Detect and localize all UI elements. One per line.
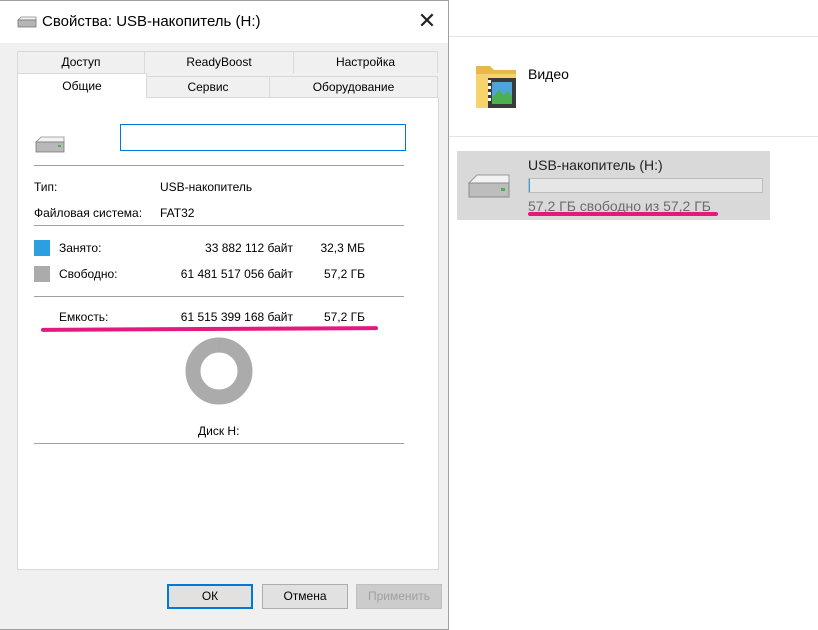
usb-drive-icon <box>35 136 65 153</box>
capacity-label: Емкость: <box>59 310 109 324</box>
apply-button[interactable]: Применить <box>356 584 442 609</box>
general-panel: Тип: USB-накопитель Файловая система: FA… <box>17 97 439 570</box>
divider <box>448 36 818 37</box>
free-size: 57,2 ГБ <box>323 267 365 281</box>
ok-button[interactable]: ОК <box>167 584 253 609</box>
button-label: ОК <box>201 589 219 603</box>
drive-tile-usb[interactable]: USB-накопитель (H:) 57,2 ГБ свободно из … <box>457 151 770 220</box>
button-label: Применить <box>367 589 430 603</box>
tab-hardware[interactable]: Оборудование <box>269 76 438 98</box>
usb-drive-icon <box>467 174 510 198</box>
separator <box>34 296 404 297</box>
video-folder-icon <box>476 66 516 108</box>
highlight-underline <box>40 326 379 332</box>
tab-label: Сервис <box>187 80 229 94</box>
close-button[interactable]: ✕ <box>408 7 446 37</box>
tab-service[interactable]: Сервис <box>146 76 270 98</box>
tab-readyboost[interactable]: ReadyBoost <box>144 51 294 73</box>
disk-usage-donut <box>185 337 253 405</box>
type-value: USB-накопитель <box>160 180 253 194</box>
highlight-underline <box>528 212 718 216</box>
tab-label: Доступ <box>61 55 101 69</box>
donut-free-segment <box>185 337 253 405</box>
type-label: Тип: <box>34 180 58 194</box>
separator <box>34 165 404 166</box>
usb-drive-icon <box>17 16 37 28</box>
tab-general[interactable]: Общие <box>17 73 147 98</box>
title-bar[interactable]: Свойства: USB-накопитель (H:) ✕ <box>0 1 448 43</box>
capacity-bytes: 61 515 399 168 байт <box>180 310 293 324</box>
folder-label: Видео <box>528 66 569 82</box>
drive-usage-bar <box>528 178 763 193</box>
used-color-swatch <box>34 240 50 256</box>
filesystem-value: FAT32 <box>160 206 195 220</box>
drive-name: USB-накопитель (H:) <box>528 157 663 173</box>
tab-access[interactable]: Доступ <box>17 51 145 73</box>
tab-label: Общие <box>62 79 102 93</box>
cancel-button[interactable]: Отмена <box>262 584 348 609</box>
folder-item-video[interactable]: Видео <box>470 58 590 114</box>
tab-label: Настройка <box>335 55 396 69</box>
divider <box>448 136 818 137</box>
button-label: Отмена <box>283 589 327 603</box>
separator <box>34 443 404 444</box>
free-color-swatch <box>34 266 50 282</box>
disk-label: Диск H: <box>198 424 240 438</box>
tab-settings[interactable]: Настройка <box>293 51 438 73</box>
capacity-size: 57,2 ГБ <box>323 310 365 324</box>
filesystem-label: Файловая система: <box>34 206 143 220</box>
separator <box>34 225 404 226</box>
free-bytes: 61 481 517 056 байт <box>180 267 293 281</box>
dialog-title: Свойства: USB-накопитель (H:) <box>42 13 261 30</box>
tab-label: ReadyBoost <box>186 55 252 69</box>
used-size: 32,3 МБ <box>320 241 365 255</box>
close-icon: ✕ <box>417 8 437 33</box>
free-label: Свободно: <box>59 267 118 281</box>
tab-label: Оборудование <box>312 80 395 94</box>
used-bytes: 33 882 112 байт <box>205 241 293 255</box>
drive-name-input[interactable] <box>120 124 406 151</box>
used-label: Занято: <box>59 241 102 255</box>
properties-dialog: Свойства: USB-накопитель (H:) ✕ Доступ R… <box>0 0 449 630</box>
